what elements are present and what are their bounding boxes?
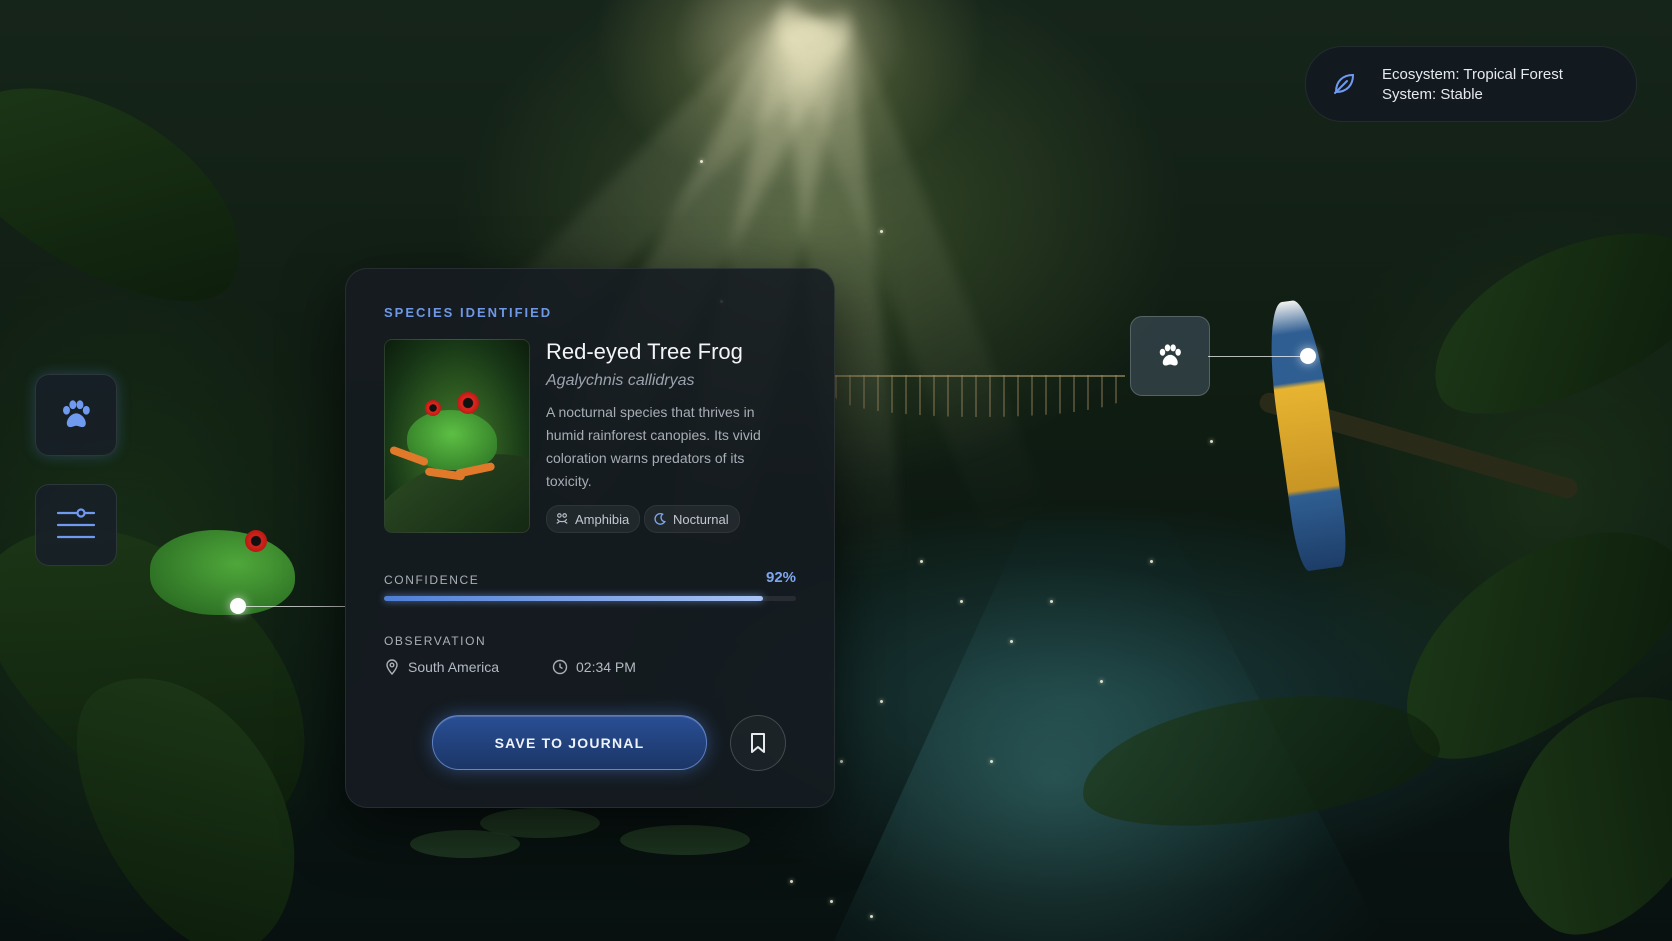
panel-eyebrow: SPECIES IDENTIFIED — [384, 305, 553, 320]
ecosystem-text: Ecosystem: Tropical Forest — [1382, 66, 1563, 83]
observation-label: OBSERVATION — [384, 634, 487, 648]
location-pin-icon — [386, 659, 398, 675]
sidebar-item-filters[interactable] — [35, 484, 117, 566]
tag-amphibia[interactable]: Amphibia — [546, 505, 641, 533]
paw-icon — [1159, 344, 1181, 366]
sliders-icon — [56, 508, 96, 539]
moon-icon — [654, 513, 666, 525]
jungle-background — [0, 0, 1672, 941]
species-description: A nocturnal species that thrives in humi… — [546, 404, 761, 489]
ecosystem-status: Ecosystem: Tropical Forest System: Stabl… — [1305, 46, 1637, 122]
confidence-percent: 92% — [766, 569, 797, 586]
observation-location: South America — [384, 659, 499, 675]
time-text: 02:34 PM — [576, 659, 636, 675]
frog-marker-line — [238, 606, 345, 607]
bookmark-button[interactable] — [730, 715, 786, 771]
sidebar-item-species[interactable] — [35, 374, 117, 456]
species-scientific-name: Agalychnis callidryas — [546, 372, 695, 389]
system-status-text: System: Stable — [1382, 86, 1483, 103]
clock-icon — [552, 659, 568, 675]
species-thumbnail — [384, 339, 530, 533]
confidence-label: CONFIDENCE — [384, 573, 480, 587]
tag-nocturnal[interactable]: Nocturnal — [644, 505, 740, 533]
parrot-marker-line — [1208, 356, 1308, 357]
species-common-name: Red-eyed Tree Frog — [546, 339, 743, 364]
tag-label: Nocturnal — [673, 511, 729, 527]
bookmark-icon — [751, 733, 765, 753]
location-text: South America — [408, 659, 500, 675]
save-to-journal-button[interactable]: SAVE TO JOURNAL — [432, 715, 707, 770]
frog-icon — [556, 513, 568, 524]
tag-label: Amphibia — [575, 511, 630, 527]
parrot-marker-dot[interactable] — [1300, 348, 1316, 364]
frog-marker-dot[interactable] — [230, 598, 246, 614]
leaf-icon — [1334, 73, 1355, 94]
confidence-bar-fill — [384, 596, 764, 601]
confidence-bar — [384, 596, 796, 601]
paw-icon — [63, 400, 90, 428]
species-panel: SPECIES IDENTIFIED Red-eyed Tree Frog Ag… — [345, 268, 835, 808]
observation-time: 02:34 PM — [552, 659, 636, 675]
parrot-hotspot[interactable] — [1130, 316, 1210, 396]
